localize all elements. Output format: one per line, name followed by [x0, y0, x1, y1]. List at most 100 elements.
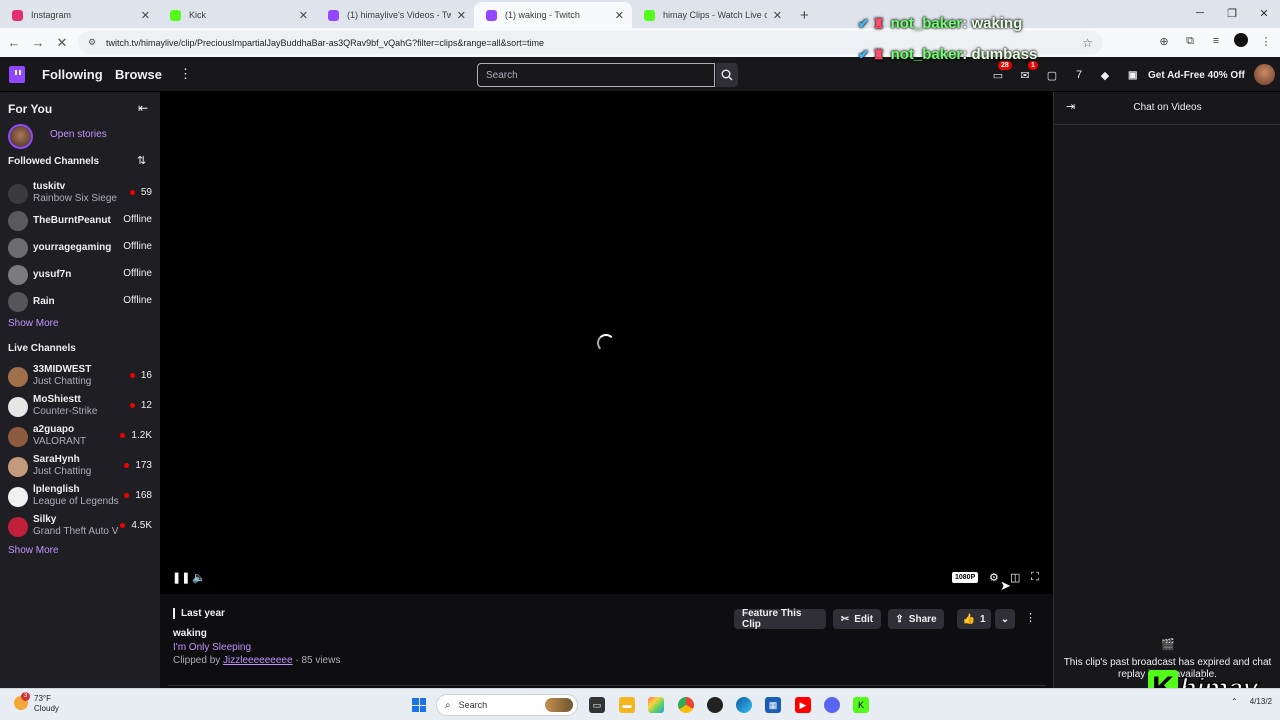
media-control-icon[interactable]: ≡: [1208, 33, 1224, 49]
live-channel-item[interactable]: lplenglish League of Legends 168: [0, 484, 160, 512]
live-channel-item[interactable]: Silky Grand Theft Auto V 4.5K: [0, 514, 160, 542]
forward-button[interactable]: →: [26, 35, 50, 50]
taskbar-search[interactable]: ⌕ Search: [436, 694, 578, 716]
edge-icon[interactable]: [736, 697, 752, 713]
like-button[interactable]: 👍 1: [957, 609, 991, 629]
followed-channel-item[interactable]: yusuf7n Offline: [0, 262, 160, 290]
obs-icon[interactable]: [707, 697, 723, 713]
close-tab-icon[interactable]: ✕: [773, 9, 782, 22]
kick-icon: [644, 9, 655, 21]
search-button[interactable]: [716, 63, 738, 87]
chat-header: Chat on Videos: [1133, 102, 1202, 113]
clip-info: Last year waking I'm Only Sleeping Clipp…: [160, 594, 1053, 688]
maximize-button[interactable]: ❐: [1216, 0, 1248, 26]
store-icon[interactable]: ▦: [765, 697, 781, 713]
edit-button[interactable]: ✂ Edit: [833, 609, 881, 629]
discord-icon[interactable]: [824, 697, 840, 713]
show-more-followed[interactable]: Show More: [8, 318, 59, 329]
youtube-icon[interactable]: ▶: [795, 697, 811, 713]
twitch-top-nav: Following Browse ⋮ Search ▭ 28 ✉ 1 ▢ 7 ◆…: [0, 57, 1280, 92]
minimize-button[interactable]: ─: [1184, 0, 1216, 26]
browse-link[interactable]: Browse: [115, 67, 162, 82]
settings-gear-icon[interactable]: ⚙: [989, 571, 999, 584]
bookmark-star-icon[interactable]: ☆: [1082, 36, 1093, 50]
extensions-puzzle-icon[interactable]: ⧉: [1182, 33, 1198, 49]
twitch-logo-icon[interactable]: [9, 66, 25, 83]
clip-kebab-icon[interactable]: ⋮: [1025, 611, 1036, 624]
followed-channel-item[interactable]: Rain Offline: [0, 289, 160, 317]
feature-clip-button[interactable]: Feature This Clip: [734, 608, 826, 630]
search-input[interactable]: Search: [477, 63, 715, 87]
bits-icon[interactable]: ◆: [1097, 67, 1113, 83]
live-channel-item[interactable]: 33MIDWEST Just Chatting 16: [0, 364, 160, 392]
overlay-chat-line-1: ✔ ♜ not_baker: waking: [858, 15, 1023, 32]
windows-taskbar: 3 73°F Cloudy ⌕ Search ▭ ▬ ▦ ▶ K ⌃ 4/13/2: [0, 688, 1280, 720]
kick-icon: [170, 9, 181, 21]
browser-tab[interactable]: Kick ✕: [158, 2, 316, 28]
theatre-mode-icon[interactable]: ◫: [1010, 571, 1020, 584]
browser-tab[interactable]: himay Clips - Watch Live on Kick ✕: [632, 2, 790, 28]
followed-channel-item[interactable]: yourragegaming Offline: [0, 235, 160, 263]
close-window-button[interactable]: ✕: [1248, 0, 1280, 26]
open-stories-link[interactable]: Open stories: [50, 129, 107, 140]
volume-icon[interactable]: 🔈: [192, 571, 206, 584]
chevron-down-icon: ⌄: [1000, 613, 1010, 625]
reload-button[interactable]: ✕: [50, 35, 74, 51]
live-channel-item[interactable]: MoShiestt Counter-Strike 12: [0, 394, 160, 422]
sort-icon[interactable]: ⇅: [137, 154, 146, 167]
badge-icon: ✔: [858, 47, 869, 62]
whispers-icon[interactable]: ▢: [1044, 67, 1060, 83]
tray-chevron-icon[interactable]: ⌃: [1231, 697, 1238, 706]
clipped-by: Clipped by Jizzleeeeeeeee · 85 views: [173, 655, 341, 666]
followed-channel-item[interactable]: TheBurntPeanut Offline: [0, 208, 160, 236]
browser-tab[interactable]: Instagram ✕: [0, 2, 158, 28]
extension-icon[interactable]: ⊕: [1156, 33, 1172, 49]
chrome-icon[interactable]: [678, 697, 694, 713]
windows-start-icon[interactable]: [412, 698, 426, 712]
collapse-sidebar-icon[interactable]: ⇤: [138, 101, 148, 115]
new-tab-button[interactable]: +: [800, 7, 809, 24]
stories-avatar[interactable]: [8, 124, 33, 149]
fullscreen-icon[interactable]: ⛶: [1031, 571, 1039, 584]
overlay-text: waking: [971, 15, 1023, 32]
browser-tab[interactable]: (1) himaylive's Videos - Twitch ✕: [316, 2, 474, 28]
video-player[interactable]: ❚❚ 🔈 1080P ⚙ ◫ ⛶ ➤: [160, 92, 1053, 594]
extension-7tv-icon[interactable]: 7: [1071, 67, 1087, 83]
more-menu-icon[interactable]: ⋮: [179, 66, 192, 82]
site-info-icon[interactable]: ⚙: [88, 37, 100, 48]
pause-icon[interactable]: ❚❚: [172, 571, 190, 584]
show-more-live[interactable]: Show More: [8, 545, 59, 556]
kick-app-icon[interactable]: K: [853, 697, 869, 713]
clipper-link[interactable]: Jizzleeeeeeeee: [223, 655, 293, 666]
file-explorer-icon[interactable]: ▬: [619, 697, 635, 713]
copilot-icon[interactable]: [648, 697, 664, 713]
following-link[interactable]: Following: [42, 67, 103, 82]
user-avatar[interactable]: [1254, 64, 1275, 85]
clock-date[interactable]: 4/13/2: [1250, 697, 1272, 706]
browser-menu-icon[interactable]: ⋮: [1258, 33, 1274, 49]
share-button[interactable]: ⇪ Share: [888, 609, 944, 629]
overlay-chat-line-2: ✔ ♜ not_baker: dumbass: [858, 46, 1038, 63]
overlay-text: dumbass: [971, 46, 1038, 63]
channel-category: Grand Theft Auto V: [33, 526, 119, 537]
avatar: [8, 211, 28, 231]
close-tab-icon[interactable]: ✕: [141, 9, 150, 22]
ad-free-button[interactable]: ▣ Get Ad-Free 40% Off: [1124, 63, 1248, 87]
tab-title: (1) waking - Twitch: [505, 10, 580, 20]
profile-icon[interactable]: [1234, 33, 1248, 47]
thumbs-up-icon: 👍: [962, 613, 975, 625]
live-channel-item[interactable]: a2guapo VALORANT 1.2K: [0, 424, 160, 452]
task-view-icon[interactable]: ▭: [589, 697, 605, 713]
followed-channel-item[interactable]: tuskitv Rainbow Six Siege 59: [0, 181, 160, 209]
back-button[interactable]: ←: [2, 35, 26, 50]
search-icon: ⌕: [445, 699, 451, 711]
more-options-dropdown[interactable]: ⌄: [995, 609, 1015, 629]
share-icon: ⇪: [895, 613, 904, 625]
browser-tab[interactable]: (1) waking - Twitch ✕: [474, 2, 632, 28]
live-channel-item[interactable]: SaraHynh Just Chatting 173: [0, 454, 160, 482]
clip-game-link[interactable]: I'm Only Sleeping: [173, 642, 251, 653]
close-tab-icon[interactable]: ✕: [457, 9, 466, 22]
close-tab-icon[interactable]: ✕: [615, 9, 624, 22]
weather-desc: Cloudy: [34, 704, 59, 713]
close-tab-icon[interactable]: ✕: [299, 9, 308, 22]
